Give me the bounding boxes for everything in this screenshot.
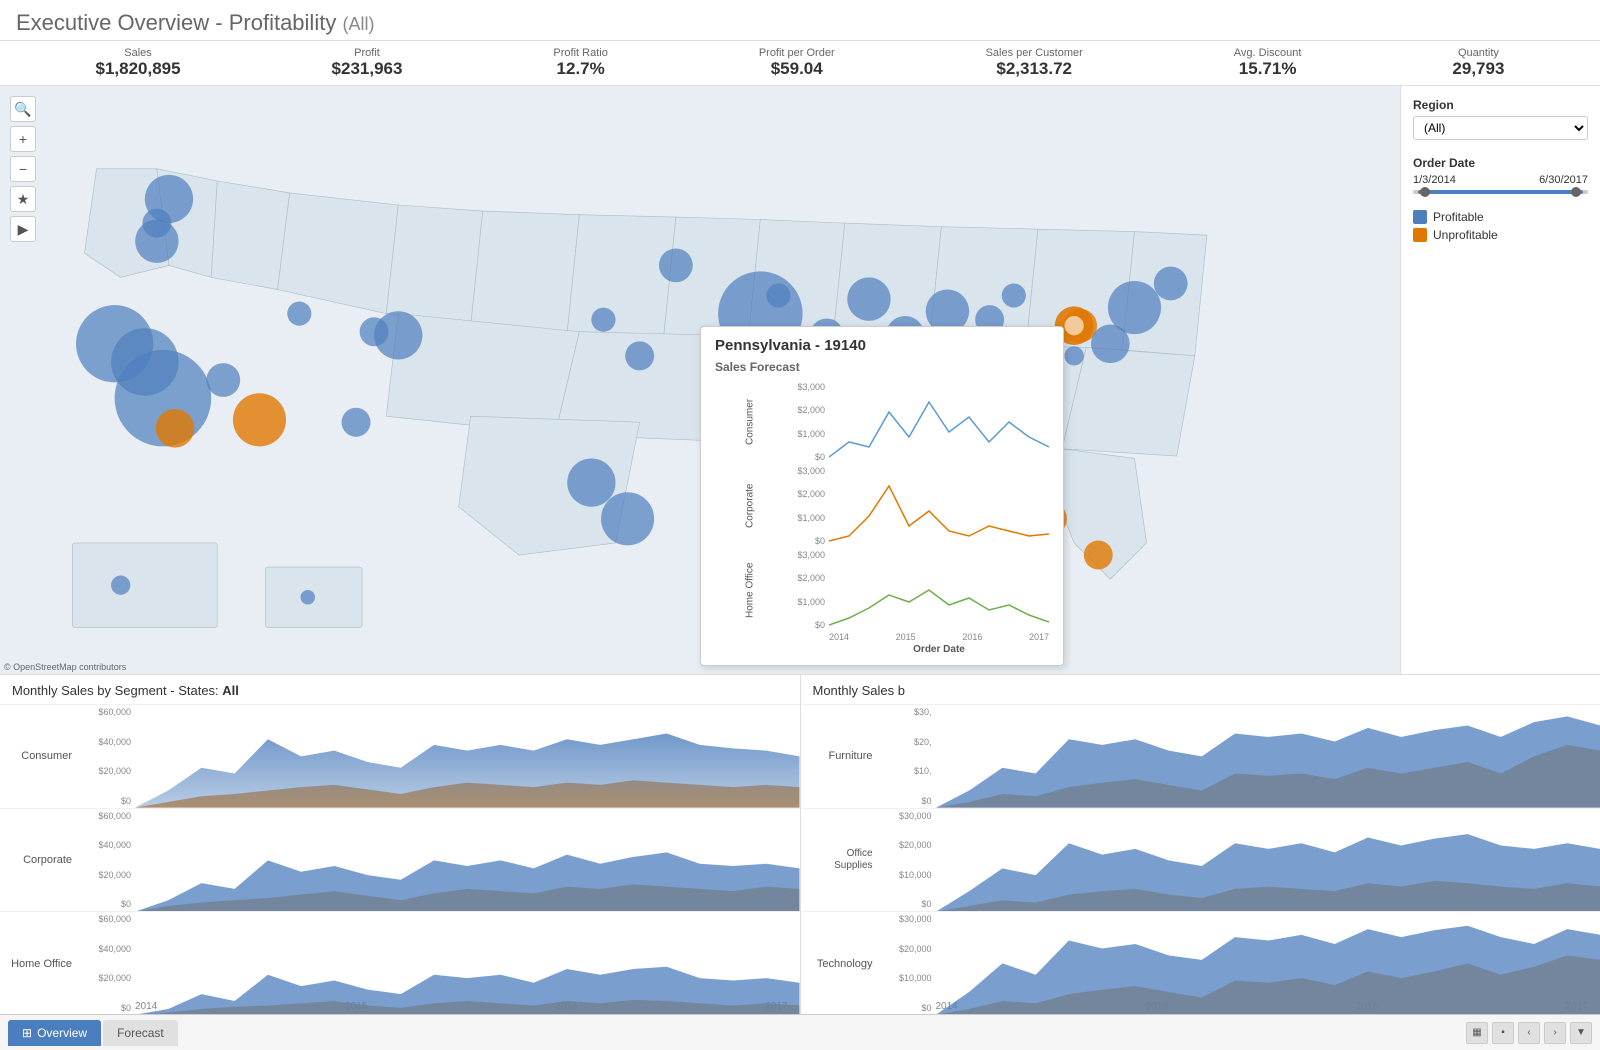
consumer-yaxis: $60,000$40,000$20,000$0 [80,705,135,808]
legend-unprofitable: Unprofitable [1413,228,1588,242]
order-date-label: Order Date [1413,156,1588,170]
corporate-label: Corporate [0,809,80,912]
bottom-left-rows: Consumer $60,000$40,000$20,000$0 [0,704,800,999]
legend-profitable: Profitable [1413,210,1588,224]
tab-prev-btn[interactable]: ‹ [1518,1022,1540,1044]
legend-section: Profitable Unprofitable [1413,210,1588,242]
right-sidebar: Region (All) Order Date 1/3/2014 6/30/20… [1400,86,1600,674]
kpi-sales: Sales$1,820,895 [95,47,180,79]
page-title: Executive Overview - Profitability (All) [16,10,1584,36]
consumer-chart [829,382,1049,462]
tt-corporate-label: Corporate [715,466,785,546]
search-btn[interactable]: 🔍 [10,96,36,122]
forecast-tab-label: Forecast [117,1026,164,1040]
tab-grid-btn[interactable]: ▦ [1466,1022,1488,1044]
tab-nav-buttons: ▦ ▪ ‹ › ▼ [1466,1022,1592,1044]
zoom-out-btn[interactable]: − [10,156,36,182]
zoom-in-btn[interactable]: + [10,126,36,152]
furniture-chart-row: Furniture $30,$20,$10,$0 [801,704,1600,808]
slider-handle-right[interactable] [1571,187,1581,197]
map-area[interactable]: 🔍 + − ★ ▶ [0,86,1400,674]
technology-chart-row: Technology $30,000$20,000$10,000$0 [801,911,1600,1014]
overview-tab-label: Overview [37,1026,87,1040]
tooltip-title: Pennsylvania - 19140 [715,337,1049,354]
tt-consumer-label: Consumer [715,382,785,462]
bottom-right-charts: Monthly Sales b Furniture $30,$20,$10,$0 [801,675,1600,1014]
corporate-chart-content [135,809,800,912]
map-controls: 🔍 + − ★ ▶ [10,96,36,242]
bottom-right-title: Monthly Sales b [801,683,1600,704]
technology-area-chart [936,912,1600,1014]
home-office-yaxis: $60,000$40,000$20,000$0 [80,912,135,1014]
tab-next-btn[interactable]: › [1544,1022,1566,1044]
furniture-area-chart [936,705,1600,808]
profitable-label: Profitable [1433,210,1484,224]
technology-label: Technology [801,912,881,1014]
home-office-label: Home Office [0,912,80,1014]
unprofitable-color-swatch [1413,228,1427,242]
map-attribution: © OpenStreetMap contributors [4,662,126,672]
office-supplies-yaxis: $30,000$20,000$10,000$0 [881,809,936,912]
corporate-chart [829,466,1049,546]
region-label: Region [1413,98,1588,112]
tab-list-btn[interactable]: ▪ [1492,1022,1514,1044]
office-supplies-area-chart [936,809,1600,912]
homeoffice-chart [829,550,1049,630]
date-range-slider[interactable] [1413,190,1588,194]
bottom-left-title: Monthly Sales by Segment - States: All [0,683,800,704]
order-date-filter: Order Date 1/3/2014 6/30/2017 [1413,156,1588,194]
tooltip-subtitle: Sales Forecast [715,360,1049,374]
home-office-chart-row: Home Office $60,000$40,000$20,000$0 [0,911,800,1014]
kpi-row: Sales$1,820,895 Profit$231,963 Profit Rati… [0,41,1600,86]
bottom-charts-area: Monthly Sales by Segment - States: All C… [0,674,1600,1014]
bottom-right-rows: Furniture $30,$20,$10,$0 OfficeSupplies [801,704,1600,999]
kpi-avg.-discount: Avg. Discount15.71% [1234,47,1302,79]
play-btn[interactable]: ▶ [10,216,36,242]
slider-handle-left[interactable] [1420,187,1430,197]
date-end: 6/30/2017 [1539,174,1588,186]
kpi-sales-per-customer: Sales per Customer$2,313.72 [986,47,1083,79]
furniture-chart-content [936,705,1600,808]
region-filter: Region (All) [1413,98,1588,140]
kpi-profit-per-order: Profit per Order$59.04 [759,47,835,79]
kpi-quantity: Quantity29,793 [1452,47,1504,79]
office-supplies-label: OfficeSupplies [801,809,881,912]
tt-homeoffice-label: Home Office [715,550,785,630]
region-select[interactable]: (All) [1413,116,1588,140]
date-start: 1/3/2014 [1413,174,1456,186]
corporate-yaxis: $60,000$40,000$20,000$0 [80,809,135,912]
furniture-label: Furniture [801,705,881,808]
tooltip-chart: Consumer $3,000$2,000$1,000$0 [715,382,1049,655]
consumer-chart-row: Consumer $60,000$40,000$20,000$0 [0,704,800,808]
consumer-area-chart [135,705,800,808]
tab-overview[interactable]: ⊞ Overview [8,1020,101,1046]
technology-chart-content [936,912,1600,1014]
tooltip-popup: Pennsylvania - 19140 Sales Forecast Cons… [700,326,1064,666]
technology-yaxis: $30,000$20,000$10,000$0 [881,912,936,1014]
bottom-left-charts: Monthly Sales by Segment - States: All C… [0,675,801,1014]
furniture-yaxis: $30,$20,$10,$0 [881,705,936,808]
consumer-label: Consumer [0,705,80,808]
unprofitable-label: Unprofitable [1433,228,1498,242]
home-office-area-chart [135,912,800,1014]
corporate-chart-row: Corporate $60,000$40,000$20,000$0 [0,808,800,912]
page-header: Executive Overview - Profitability (All) [0,0,1600,41]
kpi-profit-ratio: Profit Ratio12.7% [553,47,607,79]
tab-forecast[interactable]: Forecast [103,1020,178,1046]
profitable-color-swatch [1413,210,1427,224]
overview-icon: ⊞ [22,1026,32,1040]
bottom-tabs: ⊞ Overview Forecast ▦ ▪ ‹ › ▼ [0,1014,1600,1050]
office-supplies-chart-row: OfficeSupplies $30,000$20,000$10,000$0 [801,808,1600,912]
main-content: 🔍 + − ★ ▶ [0,86,1600,674]
tab-menu-btn[interactable]: ▼ [1570,1022,1592,1044]
home-office-chart-content [135,912,800,1014]
consumer-chart-content [135,705,800,808]
kpi-profit: Profit$231,963 [332,47,403,79]
corporate-area-chart [135,809,800,912]
office-supplies-chart-content [936,809,1600,912]
star-btn[interactable]: ★ [10,186,36,212]
